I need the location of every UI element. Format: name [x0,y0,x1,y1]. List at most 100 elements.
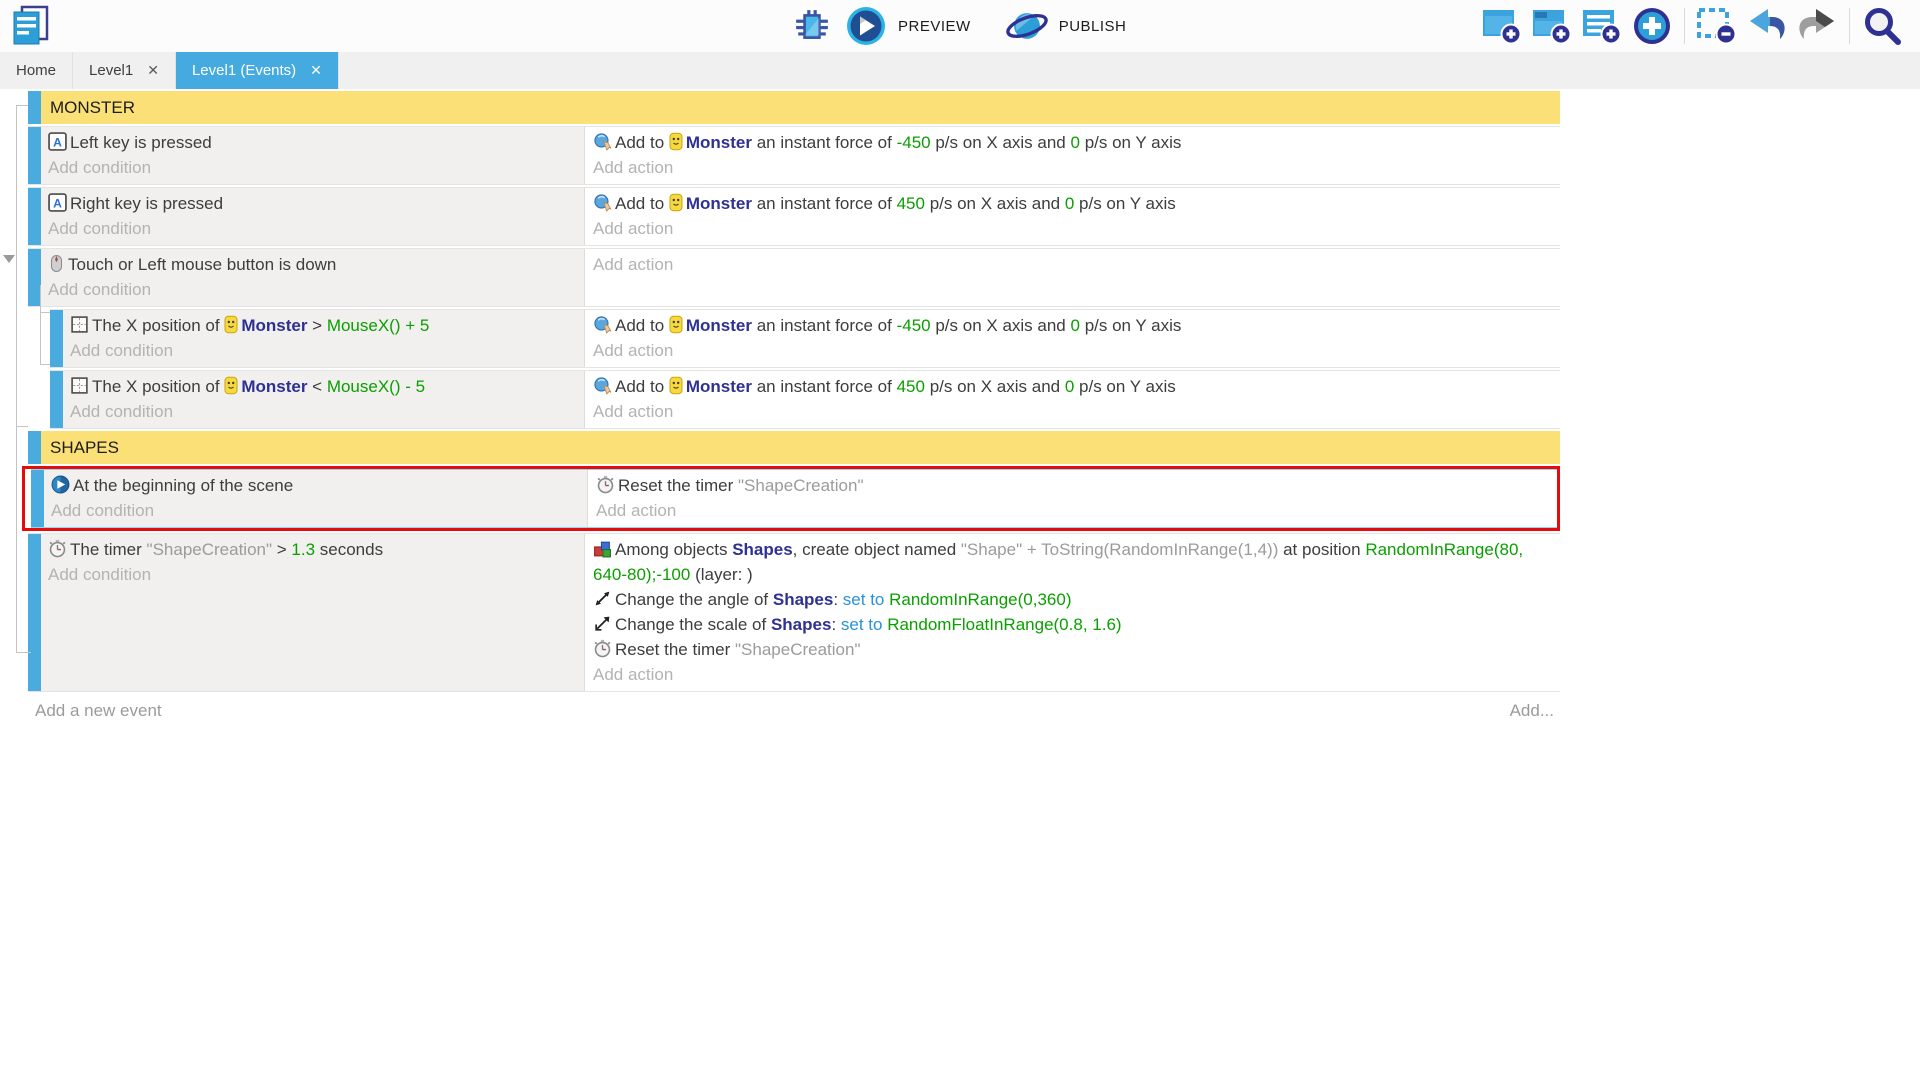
actions-cell[interactable]: Add to Monster an instant force of -450 … [585,310,1560,367]
group-header[interactable]: SHAPES [28,431,1560,464]
add-condition[interactable]: Add condition [70,399,580,424]
condition-line[interactable]: Touch or Left mouse button is down [48,252,580,277]
force-icon [593,132,612,151]
add-action[interactable]: Add action [593,216,1556,241]
event-selection-bar[interactable] [28,431,41,464]
instruction-text: seconds [315,540,383,559]
add-other-event-icon[interactable] [1630,6,1674,46]
condition-line[interactable]: At the beginning of the scene [51,473,583,498]
event-row[interactable]: ARight key is pressedAdd condition Add to… [28,187,1560,246]
add-action[interactable]: Add action [593,662,1556,687]
add-action[interactable]: Add action [593,155,1556,180]
event-row[interactable]: The X position of Monster > MouseX() + 5… [50,309,1560,368]
preview-icon[interactable] [844,6,888,46]
monster-object-icon [224,376,238,395]
add-action[interactable]: Add action [593,338,1556,363]
add-more-link[interactable]: Add... [1510,701,1554,721]
position-icon [70,315,89,334]
actions-cell[interactable]: Add action [585,249,1560,306]
mouse-icon [48,254,65,273]
publish-icon[interactable] [1005,6,1049,46]
add-condition[interactable]: Add condition [51,498,583,523]
create-object-icon [593,539,612,558]
event-selection-bar[interactable] [50,310,63,367]
collapse-expander-icon[interactable] [3,255,15,263]
action-line[interactable]: Reset the timer "ShapeCreation" [596,473,1553,498]
conditions-cell[interactable]: ARight key is pressedAdd condition [41,188,585,245]
action-line[interactable]: Add to Monster an instant force of -450 … [593,313,1556,338]
actions-cell[interactable]: Add to Monster an instant force of -450 … [585,127,1560,184]
position-icon [70,376,89,395]
add-condition[interactable]: Add condition [48,216,580,241]
condition-line[interactable]: ARight key is pressed [48,191,580,216]
event-row[interactable]: The timer "ShapeCreation" > 1.3 secondsA… [28,533,1560,692]
add-action[interactable]: Add action [593,252,1556,277]
instruction-text: MouseX() + 5 [327,316,430,335]
publish-label[interactable]: PUBLISH [1059,18,1127,35]
action-line[interactable]: Add to Monster an instant force of 450 p… [593,191,1556,216]
event-row[interactable]: The X position of Monster < MouseX() - 5… [50,370,1560,429]
add-condition[interactable]: Add condition [48,277,580,302]
debugger-icon[interactable] [790,6,834,46]
add-new-event-link[interactable]: Add a new event [35,701,162,721]
event-selection-bar[interactable] [28,91,41,124]
tab-home[interactable]: Home [0,52,73,89]
condition-line[interactable]: The X position of Monster > MouseX() + 5 [70,313,580,338]
instruction-text: Reset the timer [615,640,735,659]
event-row[interactable]: ALeft key is pressedAdd condition Add to … [28,126,1560,185]
add-subevent-icon[interactable] [1530,6,1574,46]
add-action[interactable]: Add action [596,498,1553,523]
event-selection-bar[interactable] [31,470,44,527]
redo-icon[interactable] [1795,6,1839,46]
action-line[interactable]: Reset the timer "ShapeCreation" [593,637,1556,662]
event-selection-bar[interactable] [50,371,63,428]
conditions-cell[interactable]: The X position of Monster < MouseX() - 5… [63,371,585,428]
actions-cell[interactable]: Among objects Shapes, create object name… [585,534,1560,691]
tab-close-icon[interactable]: ✕ [147,62,159,79]
conditions-cell[interactable]: Touch or Left mouse button is downAdd co… [41,249,585,306]
tab-level1[interactable]: Level1✕ [73,52,176,89]
group-label: SHAPES [41,431,1560,464]
preview-label[interactable]: PREVIEW [898,18,971,35]
event-selection-bar[interactable] [28,127,41,184]
instruction-text: Monster [241,316,307,335]
instruction-text: Reset the timer [618,476,738,495]
actions-cell[interactable]: Add to Monster an instant force of 450 p… [585,371,1560,428]
action-line[interactable]: Among objects Shapes, create object name… [593,537,1556,587]
instruction-text: an instant force of [752,316,897,335]
undo-icon[interactable] [1745,6,1789,46]
instruction-text: Left key is pressed [70,133,212,152]
condition-line[interactable]: The timer "ShapeCreation" > 1.3 seconds [48,537,580,562]
event-selection-bar[interactable] [28,534,41,691]
add-event-icon[interactable] [1480,6,1524,46]
action-line[interactable]: Change the angle of Shapes: set to Rando… [593,587,1556,612]
add-condition[interactable]: Add condition [48,155,580,180]
conditions-cell[interactable]: ALeft key is pressedAdd condition [41,127,585,184]
actions-cell[interactable]: Reset the timer "ShapeCreation"Add actio… [588,470,1557,527]
tab-close-icon[interactable]: ✕ [310,62,322,79]
search-icon[interactable] [1860,6,1904,46]
add-action[interactable]: Add action [593,399,1556,424]
add-comment-icon[interactable] [1580,6,1624,46]
add-condition[interactable]: Add condition [70,338,580,363]
group-header[interactable]: MONSTER [28,91,1560,124]
event-row[interactable]: Touch or Left mouse button is downAdd co… [28,248,1560,307]
conditions-cell[interactable]: The timer "ShapeCreation" > 1.3 secondsA… [41,534,585,691]
event-row[interactable]: At the beginning of the sceneAdd conditi… [31,469,1557,528]
conditions-cell[interactable]: At the beginning of the sceneAdd conditi… [44,470,588,527]
tab-level1-events[interactable]: Level1 (Events)✕ [176,52,339,89]
action-line[interactable]: Change the scale of Shapes: set to Rando… [593,612,1556,637]
conditions-cell[interactable]: The X position of Monster > MouseX() + 5… [63,310,585,367]
add-condition[interactable]: Add condition [48,562,580,587]
actions-cell[interactable]: Add to Monster an instant force of 450 p… [585,188,1560,245]
condition-line[interactable]: ALeft key is pressed [48,130,580,155]
monster-object-icon [669,315,683,334]
instruction-text: p/s on Y axis [1074,377,1175,396]
scene-begin-icon [51,475,70,494]
action-line[interactable]: Add to Monster an instant force of 450 p… [593,374,1556,399]
condition-line[interactable]: The X position of Monster < MouseX() - 5 [70,374,580,399]
file-menu-icon[interactable] [8,5,52,45]
delete-event-icon[interactable] [1695,6,1739,46]
event-selection-bar[interactable] [28,188,41,245]
action-line[interactable]: Add to Monster an instant force of -450 … [593,130,1556,155]
